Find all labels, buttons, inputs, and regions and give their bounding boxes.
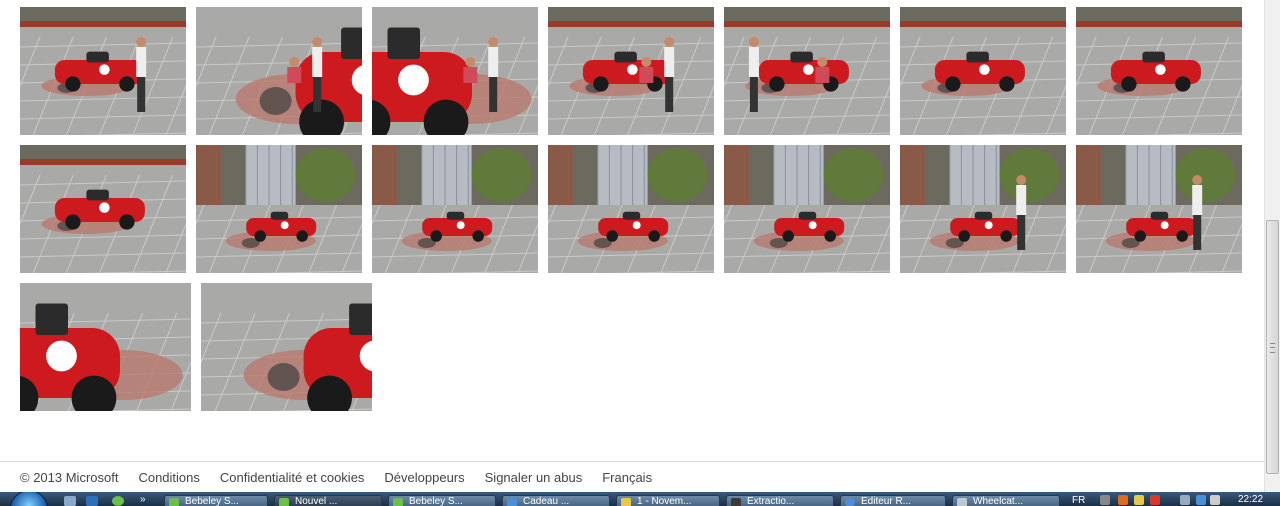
notification-icon[interactable] [1134,495,1144,505]
photo-image [548,7,714,135]
photo-image [1076,7,1242,135]
photo-image [548,145,714,273]
explorer-icon[interactable] [86,496,98,506]
photo-image [900,7,1066,135]
copyright-text: © 2013 Microsoft [20,469,119,485]
photo-thumbnail[interactable] [196,145,362,273]
vertical-scrollbar[interactable] [1264,0,1280,492]
taskbar-button-3[interactable]: Bebeley S... [388,495,496,506]
browser-viewport: © 2013 Microsoft Conditions Confidential… [0,0,1264,492]
system-clock[interactable]: 22:22 [1238,494,1263,505]
photo-image [724,145,890,273]
windows-taskbar: » Bebeley S... Nouvel ... Bebeley S... C… [0,492,1280,506]
footer-link-developers[interactable]: Développeurs [384,470,464,485]
taskbar-button-5[interactable]: 1 - Novem... [616,495,720,506]
document-icon [957,498,967,506]
volume-icon[interactable] [1210,495,1220,505]
antivirus-icon[interactable] [1118,495,1128,505]
photo-thumbnail[interactable] [548,7,714,135]
scrollbar-grip-icon [1270,343,1275,353]
browser-icon [393,498,403,506]
photo-image [20,283,191,411]
photo-thumbnail[interactable] [20,7,186,135]
footer-link-language[interactable]: Français [602,470,652,485]
photo-image [724,7,890,135]
photo-thumbnail[interactable] [1076,7,1242,135]
photo-thumbnail[interactable] [548,145,714,273]
footer-link-privacy[interactable]: Confidentialité et cookies [220,470,365,485]
browser-icon[interactable] [112,496,124,506]
photo-thumbnail[interactable] [20,283,191,411]
photo-thumbnail[interactable] [1076,145,1242,273]
show-desktop-icon[interactable] [64,496,76,506]
photo-image [1076,145,1242,273]
photo-thumbnail[interactable] [900,145,1066,273]
photo-image [900,145,1066,273]
photo-thumbnail[interactable] [724,145,890,273]
photo-image [201,283,372,411]
globe-icon [507,498,517,506]
photo-thumbnail[interactable] [372,145,538,273]
network-icon[interactable] [1180,495,1190,505]
photo-thumbnail[interactable] [196,7,362,135]
browser-icon [169,498,179,506]
gallery-row-2 [20,145,1242,273]
monitor-icon[interactable] [1196,495,1206,505]
taskbar-button-1[interactable]: Bebeley S... [164,495,268,506]
taskbar-button-4[interactable]: Cadeau ... [502,495,610,506]
photo-image [196,7,362,135]
folder-icon [621,498,631,506]
photo-thumbnail[interactable] [900,7,1066,135]
scrollbar-thumb[interactable] [1266,220,1279,474]
photo-thumbnail[interactable] [20,145,186,273]
registry-editor-icon [845,498,855,506]
taskbar-button-6[interactable]: Extractio... [726,495,834,506]
photo-image [196,145,362,273]
footer-link-report-abuse[interactable]: Signaler un abus [485,470,583,485]
gallery-row-3 [20,283,372,411]
photo-thumbnail[interactable] [372,7,538,135]
gallery-row-1 [20,7,1242,135]
help-icon[interactable] [1100,495,1110,505]
photo-image [20,145,186,273]
alert-icon[interactable] [1150,495,1160,505]
language-indicator[interactable]: FR [1072,495,1085,506]
taskbar-button-8[interactable]: Wheelcat... [952,495,1060,506]
footer-link-conditions[interactable]: Conditions [138,470,199,485]
chevron-right-icon[interactable]: » [140,495,152,506]
page-footer: © 2013 Microsoft Conditions Confidential… [0,461,1264,492]
start-button[interactable] [10,492,48,506]
browser-icon [279,498,289,506]
taskbar-button-7[interactable]: Editeur R... [840,495,946,506]
photo-image [372,145,538,273]
taskbar-button-2[interactable]: Nouvel ... [274,495,382,506]
window-icon [731,498,741,506]
photo-image [20,7,186,135]
photo-thumbnail[interactable] [201,283,372,411]
photo-thumbnail[interactable] [724,7,890,135]
photo-image [372,7,538,135]
